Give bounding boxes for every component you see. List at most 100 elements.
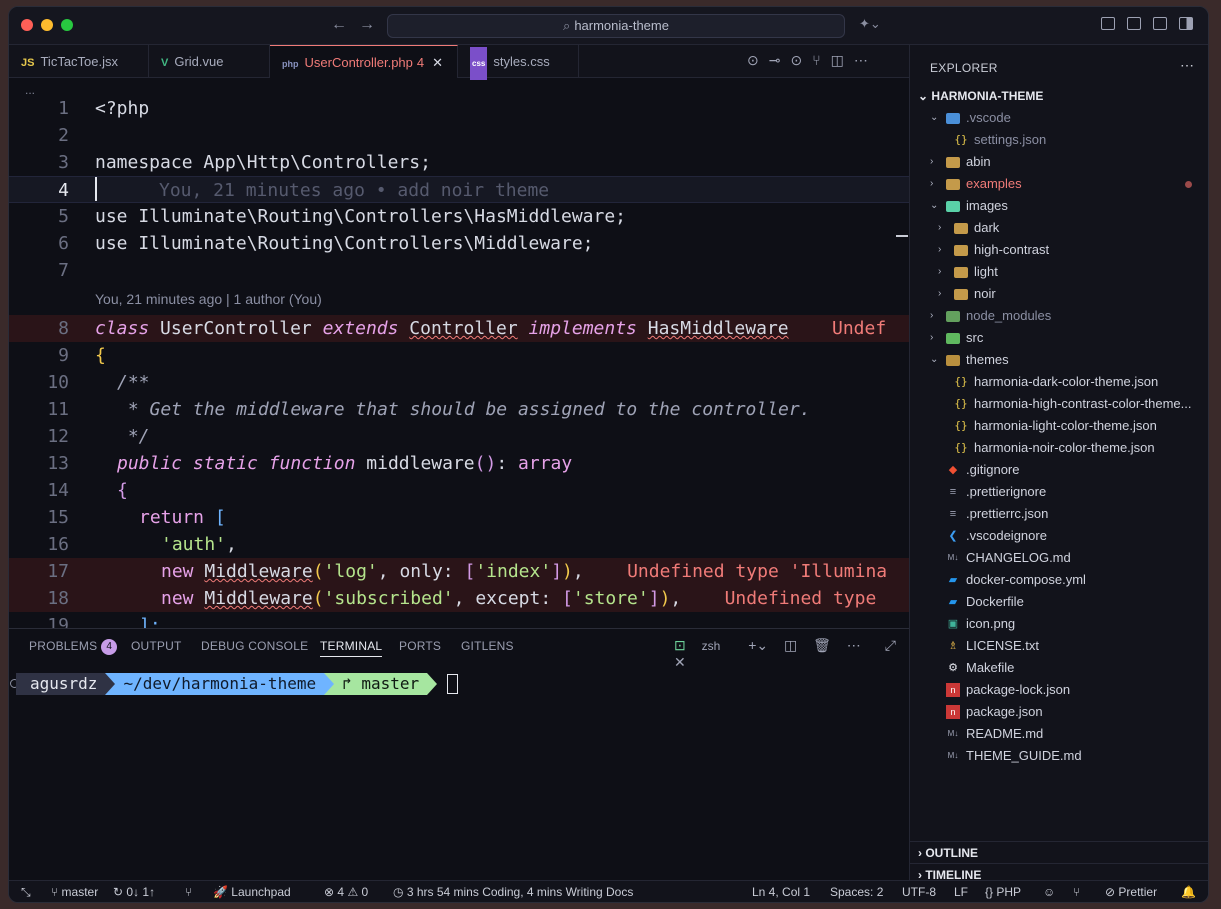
outline-section[interactable]: › OUTLINE	[910, 841, 1208, 863]
tree-file[interactable]: {} harmonia-high-contrast-color-theme...	[910, 393, 1208, 415]
split-terminal-icon[interactable]: ◫	[784, 637, 797, 653]
tree-file[interactable]: {} harmonia-noir-color-theme.json	[910, 437, 1208, 459]
tree-label: abin	[966, 154, 991, 169]
minimap-slider[interactable]	[896, 235, 908, 237]
tree-file[interactable]: ≡ .prettierignore	[910, 481, 1208, 503]
tab-ports[interactable]: PORTS	[399, 639, 441, 653]
code-line: 17 new Middleware('log', only: ['index'])…	[9, 558, 909, 585]
close-panel-icon[interactable]: ✕	[674, 654, 686, 670]
tree-file[interactable]: M↓ CHANGELOG.md	[910, 547, 1208, 569]
tab-gitlens[interactable]: GITLENS	[461, 639, 514, 653]
close-window-button[interactable]	[21, 19, 33, 31]
branch-status[interactable]: ⑂ master	[51, 881, 98, 902]
tree-file[interactable]: ⚙ Makefile	[910, 657, 1208, 679]
maximize-window-button[interactable]	[61, 19, 73, 31]
wakatime-status[interactable]: ◷ 3 hrs 54 mins Coding, 4 mins Writing D…	[393, 881, 633, 902]
code-editor[interactable]: 1 <?php 2 3 namespace App\Http\Controllers…	[9, 95, 909, 628]
tree-file[interactable]: M↓ THEME_GUIDE.md	[910, 745, 1208, 767]
tab-tictactoe[interactable]: JS TicTacToe.jsx	[9, 45, 149, 78]
line-number: 14	[47, 480, 69, 501]
tree-file[interactable]: {} settings.json	[910, 129, 1208, 151]
new-terminal-icon[interactable]: +⌄	[748, 637, 768, 653]
tab-grid[interactable]: V Grid.vue	[149, 45, 270, 78]
minimize-window-button[interactable]	[41, 19, 53, 31]
tree-folder[interactable]: › dark	[910, 217, 1208, 239]
line-ending[interactable]: LF	[954, 881, 968, 902]
tab-output[interactable]: OUTPUT	[131, 639, 182, 653]
tree-folder[interactable]: ⌄ images	[910, 195, 1208, 217]
tree-folder[interactable]: › light	[910, 261, 1208, 283]
codelens-blame[interactable]: You, 21 minutes ago | 1 author (You)	[95, 291, 322, 311]
more-actions-icon[interactable]: ⋯	[854, 52, 878, 68]
tree-label: settings.json	[974, 132, 1047, 147]
tree-folder[interactable]: › noir	[910, 283, 1208, 305]
clock-icon: ◷	[393, 885, 404, 899]
tree-file[interactable]: ◆ .gitignore	[910, 459, 1208, 481]
tree-folder[interactable]: › abin	[910, 151, 1208, 173]
tree-file[interactable]: ▰ docker-compose.yml	[910, 569, 1208, 591]
remote-icon[interactable]: ⤡	[21, 881, 31, 902]
tab-usercontroller[interactable]: php UserController.php 4 ✕	[270, 45, 458, 78]
formatter-status[interactable]: ⊘ Prettier	[1105, 881, 1157, 902]
more-icon[interactable]: ⋯	[847, 637, 861, 653]
back-arrow-icon[interactable]: ←	[331, 16, 347, 34]
tree-file[interactable]: n package-lock.json	[910, 679, 1208, 701]
outline-label: OUTLINE	[925, 846, 979, 860]
tree-folder[interactable]: › examples	[910, 173, 1208, 195]
timeline-forward-icon[interactable]: ⊙	[790, 52, 812, 68]
tree-file[interactable]: n package.json	[910, 701, 1208, 723]
tree-file[interactable]: {} harmonia-dark-color-theme.json	[910, 371, 1208, 393]
class-name: Middleware	[204, 561, 313, 582]
tree-file[interactable]: ❮ .vscodeignore	[910, 525, 1208, 547]
toggle-panel-icon[interactable]	[1153, 17, 1167, 30]
workspace-root[interactable]: ⌄ HARMONIA-THEME	[910, 85, 1208, 107]
tree-folder[interactable]: ⌄ .vscode	[910, 107, 1208, 129]
copilot-icon[interactable]: ☺	[1043, 881, 1055, 902]
git-graph-icon[interactable]: ⑂	[185, 881, 192, 902]
tree-file[interactable]: M↓ README.md	[910, 723, 1208, 745]
close-icon[interactable]: ✕	[432, 55, 443, 70]
sync-status[interactable]: ↻ 0↓ 1↑	[113, 881, 155, 902]
tab-styles[interactable]: css styles.css	[458, 45, 579, 80]
tab-terminal[interactable]: TERMINAL	[320, 639, 383, 657]
notifications-bell-icon[interactable]: 🔔	[1181, 881, 1196, 902]
terminal-prompt[interactable]: agusrdz ~/dev/harmonia-theme ↱ master	[10, 673, 459, 695]
tree-file[interactable]: {} harmonia-light-color-theme.json	[910, 415, 1208, 437]
tree-file[interactable]: ♗ LICENSE.txt	[910, 635, 1208, 657]
commit-icon[interactable]: ⊸	[769, 52, 791, 68]
more-actions-icon[interactable]: ⋯	[1180, 57, 1194, 74]
chevron-right-icon: ›	[938, 244, 942, 255]
tree-folder[interactable]: ⌄ themes	[910, 349, 1208, 371]
command-center-search[interactable]: ⌕ harmonia-theme	[387, 14, 845, 38]
problems-status[interactable]: ⊗ 4 ⚠ 0	[324, 881, 368, 902]
terminal-shell-selector[interactable]: ⊡ zsh	[674, 637, 732, 653]
toggle-secondary-sidebar-icon[interactable]	[1179, 17, 1193, 30]
split-editor-icon[interactable]: ◫	[831, 52, 854, 68]
git-graph-icon[interactable]: ⑂	[812, 52, 830, 68]
trash-icon[interactable]: 🗑	[813, 637, 831, 653]
named-arg: only:	[399, 561, 454, 582]
prompt-branch: ↱ master	[334, 673, 428, 695]
forward-arrow-icon[interactable]: →	[359, 16, 375, 34]
cursor-position[interactable]: Ln 4, Col 1	[752, 881, 810, 902]
tree-file[interactable]: ≡ .prettierrc.json	[910, 503, 1208, 525]
encoding[interactable]: UTF-8	[902, 881, 936, 902]
maximize-panel-icon[interactable]: ⤢	[885, 637, 896, 653]
chevron-right-icon: ›	[938, 222, 942, 233]
tab-debug-console[interactable]: DEBUG CONSOLE	[201, 639, 308, 653]
tree-file[interactable]: ▰ Dockerfile	[910, 591, 1208, 613]
indentation[interactable]: Spaces: 2	[830, 881, 883, 902]
chevron-right-icon: ›	[930, 178, 934, 189]
customize-layout-icon[interactable]	[1101, 17, 1115, 30]
language-mode[interactable]: {} PHP	[985, 881, 1021, 902]
tree-folder[interactable]: › src	[910, 327, 1208, 349]
launchpad-status[interactable]: 🚀 Launchpad	[213, 881, 291, 902]
tree-folder[interactable]: › node_modules	[910, 305, 1208, 327]
timeline-back-icon[interactable]: ⊙	[747, 52, 769, 68]
git-graph-icon[interactable]: ⑂	[1073, 881, 1080, 902]
toggle-primary-sidebar-icon[interactable]	[1127, 17, 1141, 30]
tab-problems[interactable]: PROBLEMS 4	[29, 639, 118, 655]
copilot-icon[interactable]: ✦⌄	[859, 16, 881, 32]
tree-file[interactable]: ▣ icon.png	[910, 613, 1208, 635]
tree-folder[interactable]: › high-contrast	[910, 239, 1208, 261]
